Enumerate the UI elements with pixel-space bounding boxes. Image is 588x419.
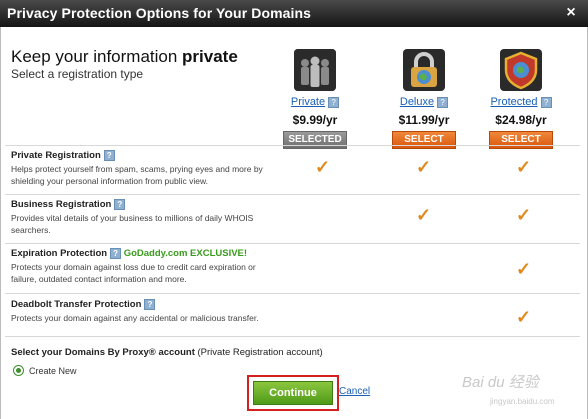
plan-name-link[interactable]: Private [291,96,325,108]
plan-deluxe: Deluxe? $11.99/yr SELECT [369,49,479,149]
check-icon: ✓ [315,157,331,177]
feature-description: Helps protect yourself from spam, scams,… [11,164,263,186]
check-icon: ✓ [516,307,532,327]
check-icon: ✓ [416,157,432,177]
help-icon[interactable]: ? [540,96,552,108]
help-icon[interactable]: ? [103,150,115,161]
heading-emphasis: private [182,47,238,66]
plan-name-link[interactable]: Protected [490,96,537,108]
shield-icon [500,49,542,91]
continue-highlight: Continue [247,375,339,411]
plan-price: $11.99/yr [398,113,450,127]
create-new-label[interactable]: Create New [29,366,77,376]
check-icon: ✓ [516,205,532,225]
exclusive-badge: GoDaddy.com EXCLUSIVE! [123,248,248,260]
help-icon[interactable]: ? [114,199,126,210]
page-subheading: Select a registration type [11,67,144,81]
cancel-link[interactable]: Cancel [339,386,370,397]
feature-description: Provides vital details of your business … [11,213,254,235]
feature-title: Private Registration [11,150,101,162]
close-icon[interactable]: × [561,4,581,22]
create-new-radio[interactable] [13,365,24,376]
feature-title: Deadbolt Transfer Protection [11,299,142,311]
row-divider [5,293,580,294]
plan-protected: Protected? $24.98/yr SELECT [466,49,576,149]
row-divider [5,336,580,337]
feature-title: Expiration Protection [11,248,108,260]
continue-button[interactable]: Continue [253,381,333,405]
feature-title: Business Registration [11,199,112,211]
window-title: Privacy Protection Options for Your Doma… [7,5,312,21]
check-icon: ✓ [416,205,432,225]
baidu-watermark-url: jingyan.baidu.com [490,397,555,406]
plan-name-link[interactable]: Deluxe [400,96,434,108]
window-title-bar: Privacy Protection Options for Your Doma… [0,0,588,28]
plan-price: $24.98/yr [495,113,547,127]
help-icon[interactable]: ? [110,248,122,259]
page-heading: Keep your information private [11,47,238,66]
private-people-icon [294,49,336,91]
check-icon: ✓ [516,157,532,177]
plan-selected-button[interactable]: SELECTED [283,131,347,149]
plan-select-button[interactable]: SELECT [392,131,456,149]
plan-private: Private? $9.99/yr SELECTED [260,49,370,149]
check-icon: ✓ [516,259,532,279]
padlock-globe-icon [403,49,445,91]
help-icon[interactable]: ? [437,96,449,108]
row-divider [5,145,580,146]
help-icon[interactable]: ? [328,96,340,108]
plan-price: $9.99/yr [292,113,338,127]
row-divider [5,194,580,195]
help-icon[interactable]: ? [144,299,156,310]
plan-select-button[interactable]: SELECT [489,131,553,149]
account-label: Select your Domains By Proxy® account (P… [11,347,323,358]
feature-description: Protects your domain against any acciden… [11,313,259,323]
row-divider [5,243,580,244]
feature-description: Protects your domain against loss due to… [11,262,256,284]
baidu-watermark: Bai du 经验 [462,374,539,391]
